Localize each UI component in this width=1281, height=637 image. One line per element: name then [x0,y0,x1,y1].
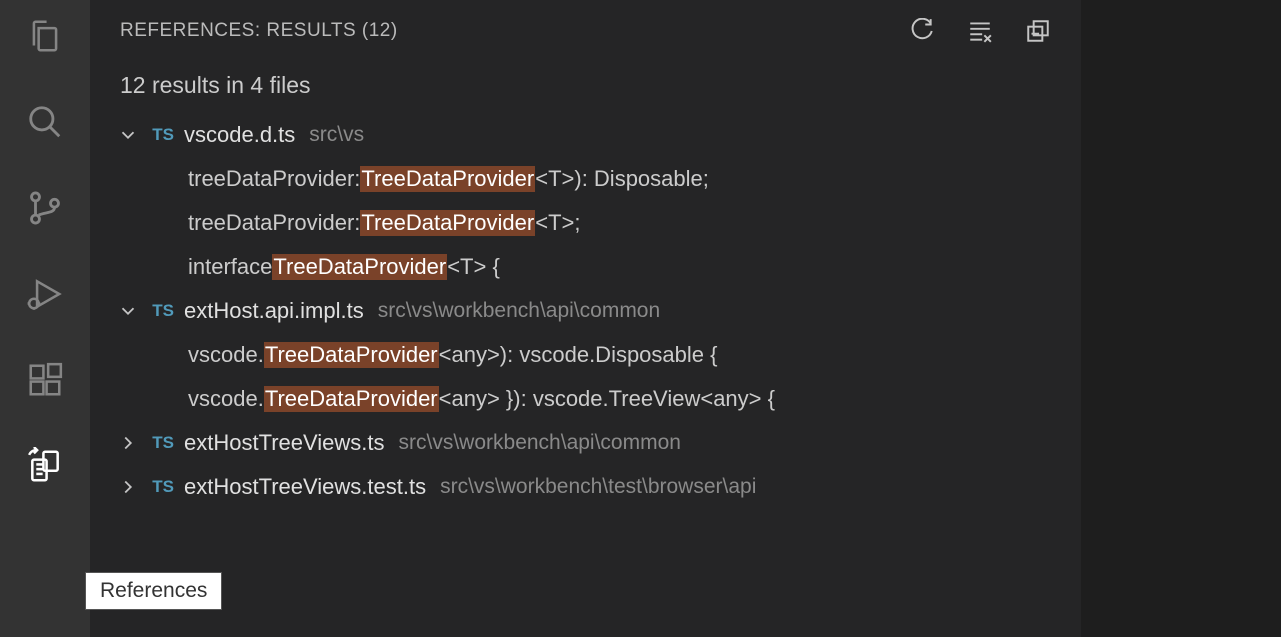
collapse-all-button[interactable] [1025,18,1051,44]
result-post: <any>): vscode.Disposable { [439,342,718,368]
ts-file-icon: TS [146,301,180,321]
result-match: TreeDataProvider [360,210,535,236]
file-name: extHost.api.impl.ts [180,298,364,324]
result-post: <T> { [447,254,500,280]
result-post: <T>): Disposable; [535,166,709,192]
results-summary: 12 results in 4 files [90,54,1081,113]
run-debug-icon[interactable] [21,270,69,318]
ts-file-icon: TS [146,125,180,145]
result-pre: interface [188,254,272,280]
file-name: vscode.d.ts [180,122,295,148]
references-panel: REFERENCES: RESULTS (12) [90,0,1081,637]
panel-header: REFERENCES: RESULTS (12) [90,0,1081,54]
file-path: src\vs\workbench\api\common [385,431,681,455]
search-icon[interactable] [21,98,69,146]
file-name: extHostTreeViews.ts [180,430,385,456]
result-post: <T>; [535,210,580,236]
result-pre: vscode. [188,386,264,412]
file-path: src\vs\workbench\test\browser\api [426,475,756,499]
file-name: extHostTreeViews.test.ts [180,474,426,500]
file-path: src\vs [295,123,364,147]
clear-button[interactable] [967,18,993,44]
result-match: TreeDataProvider [272,254,447,280]
header-actions [909,18,1051,44]
tooltip: References [85,572,222,610]
result-row[interactable]: treeDataProvider: TreeDataProvider<T>; [110,201,1081,245]
activity-bar: References [0,0,90,637]
results-tree: TSvscode.d.tssrc\vstreeDataProvider: Tre… [90,113,1081,509]
result-post: <any> }): vscode.TreeView<any> { [439,386,775,412]
explorer-icon[interactable] [21,12,69,60]
result-row[interactable]: interface TreeDataProvider<T> { [110,245,1081,289]
ts-file-icon: TS [146,477,180,497]
file-row[interactable]: TSextHostTreeViews.test.tssrc\vs\workben… [110,465,1081,509]
references-icon[interactable] [21,442,69,490]
file-path: src\vs\workbench\api\common [364,299,660,323]
result-pre: treeDataProvider: [188,210,360,236]
result-pre: treeDataProvider: [188,166,360,192]
result-match: TreeDataProvider [264,386,439,412]
result-match: TreeDataProvider [360,166,535,192]
file-row[interactable]: TSvscode.d.tssrc\vs [110,113,1081,157]
chevron-right-icon[interactable] [110,432,146,454]
source-control-icon[interactable] [21,184,69,232]
file-row[interactable]: TSextHost.api.impl.tssrc\vs\workbench\ap… [110,289,1081,333]
editor-area [1081,0,1281,637]
refresh-button[interactable] [909,18,935,44]
file-row[interactable]: TSextHostTreeViews.tssrc\vs\workbench\ap… [110,421,1081,465]
result-row[interactable]: vscode.TreeDataProvider<any>): vscode.Di… [110,333,1081,377]
extensions-icon[interactable] [21,356,69,404]
chevron-down-icon[interactable] [110,300,146,322]
result-match: TreeDataProvider [264,342,439,368]
result-row[interactable]: treeDataProvider: TreeDataProvider<T>): … [110,157,1081,201]
panel-title: REFERENCES: RESULTS (12) [120,20,398,42]
ts-file-icon: TS [146,433,180,453]
result-pre: vscode. [188,342,264,368]
result-row[interactable]: vscode.TreeDataProvider<any> }): vscode.… [110,377,1081,421]
chevron-down-icon[interactable] [110,124,146,146]
chevron-right-icon[interactable] [110,476,146,498]
